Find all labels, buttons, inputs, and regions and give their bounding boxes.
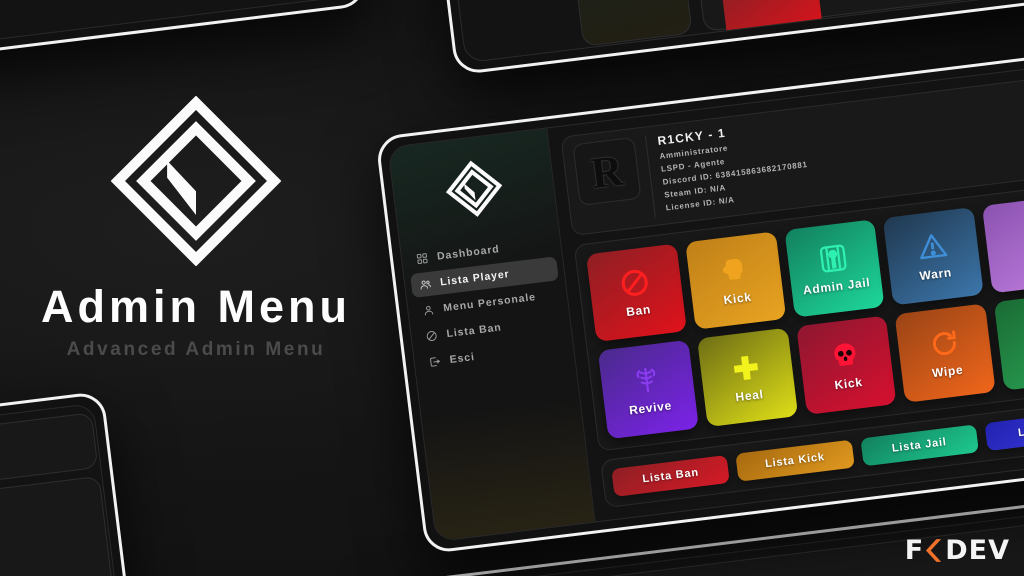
sidebar-item-label: Dashboard	[436, 243, 501, 263]
action-label: Ban	[625, 302, 652, 320]
kick-button-2[interactable]: Kick	[795, 315, 897, 415]
action-label: Heal	[734, 386, 765, 405]
skull-icon	[834, 343, 856, 366]
admin-jail-button[interactable]: Admin Jail	[784, 218, 885, 319]
ban-button[interactable]: Ban	[585, 243, 687, 343]
ban-circle-icon	[426, 331, 437, 342]
lista-warn-button[interactable]: Lista Wa	[984, 409, 1024, 452]
list-label: Lista Ban	[641, 466, 700, 486]
kick-button[interactable]: Kick	[684, 231, 786, 331]
action-label: Warn	[918, 265, 953, 284]
grid-dashboard-icon	[416, 253, 428, 265]
avatar: R	[572, 136, 642, 206]
page-subtitle: Advanced Admin Menu	[66, 339, 326, 360]
give-button[interactable]: G	[994, 291, 1024, 391]
chevron-left-icon	[1015, 218, 1024, 251]
action-label: Admin Jail	[802, 275, 872, 298]
action-label: Kick	[722, 289, 753, 308]
logout-icon	[430, 357, 441, 367]
list-label: Lista Kick	[764, 451, 826, 471]
users-icon	[420, 280, 431, 290]
ban-icon	[622, 269, 649, 296]
warning-icon	[919, 234, 948, 260]
sidebar-item-label: Menu Personale	[442, 291, 537, 315]
panel-content: R R1CKY - 1 Amministratore LSPD - Agente…	[547, 63, 1024, 521]
watermark-prefix: F	[904, 535, 925, 566]
revive-button[interactable]: Revive	[597, 340, 699, 440]
wipe-button[interactable]: Wipe	[894, 303, 996, 403]
decorative-actions-box	[0, 475, 121, 576]
sidebar-item-label: Lista Ban	[445, 321, 503, 341]
diamond-arrow-logo	[445, 160, 502, 217]
watermark-suffix: DEV	[945, 535, 1010, 566]
action-label: Revive	[628, 398, 673, 418]
plus-cross-icon	[734, 355, 759, 380]
boxing-glove-icon	[723, 259, 743, 280]
decorative-sidebar	[561, 0, 693, 47]
jail-icon	[819, 244, 847, 273]
diamond-arrow-logo	[111, 96, 281, 266]
admin-menu-panel-inner: Dashboard Lista Player Menu Personale Li…	[387, 61, 1024, 543]
lista-jail-button[interactable]: Lista Jail	[859, 424, 979, 467]
heal-button[interactable]: Heal	[696, 328, 798, 428]
page-title: Admin Menu	[41, 281, 351, 332]
decorative-panel-inner: Menu	[0, 402, 123, 576]
sidebar-item-label: Esci	[449, 350, 476, 366]
sidebar-nav: Dashboard Lista Player Menu Personale Li…	[401, 230, 574, 376]
fkdev-watermark: F DEV	[905, 535, 1010, 566]
warn-button[interactable]: Warn	[883, 206, 984, 306]
action-label: Wipe	[931, 362, 965, 380]
admin-menu-panel: Dashboard Lista Player Menu Personale Li…	[375, 49, 1024, 555]
skin-button[interactable]: Sk	[982, 194, 1024, 294]
sidebar-item-label: Lista Player	[439, 268, 511, 289]
brand-block: Admin Menu Advanced Admin Menu	[36, 96, 356, 361]
lista-kick-button[interactable]: Lista Kick	[735, 439, 855, 482]
caduceus-icon	[636, 367, 656, 393]
chevron-left-icon	[926, 539, 942, 562]
action-label: Kick	[833, 374, 864, 392]
user-icon	[424, 305, 434, 316]
list-label: Lista Wa	[1017, 421, 1024, 440]
refresh-icon	[932, 330, 956, 355]
lista-ban-button[interactable]: Lista Ban	[611, 454, 731, 497]
list-label: Lista Jail	[891, 436, 948, 455]
